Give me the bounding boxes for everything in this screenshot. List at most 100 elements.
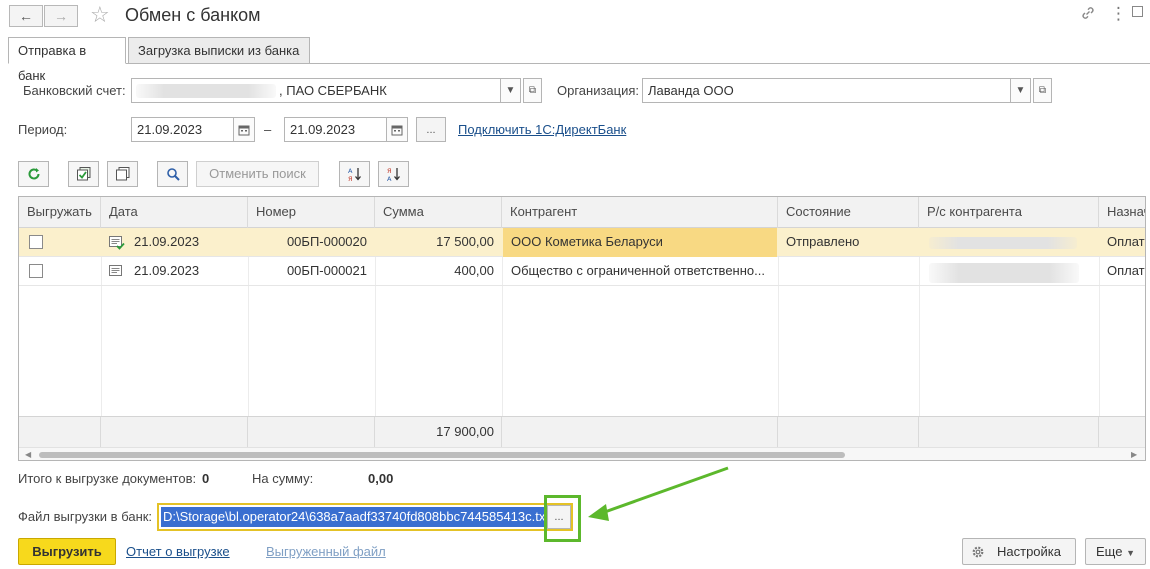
organization-open[interactable]: ⧉ (1033, 78, 1052, 103)
more-menu-icon[interactable]: ⋮ (1110, 4, 1127, 24)
table-footer: 17 900,00 (19, 416, 1145, 448)
svg-text:А: А (387, 175, 392, 182)
export-checkbox[interactable] (29, 235, 43, 249)
file-path-input[interactable]: D:\Storage\bl.operator24\638a7aadf33740f… (157, 503, 573, 531)
back-button[interactable]: ← (9, 5, 43, 27)
file-label: Файл выгрузки в банк: (18, 509, 153, 524)
period-label: Период: (18, 122, 68, 137)
documents-table[interactable]: Выгружать Дата Номер Сумма Контрагент Со… (18, 196, 1146, 461)
chevron-down-icon: ▼ (1126, 548, 1135, 558)
uploaded-file-link[interactable]: Выгруженный файл (266, 542, 386, 562)
tab-send-to-bank[interactable]: Отправка в банк (8, 37, 126, 83)
cancel-search-button[interactable]: Отменить поиск (196, 161, 319, 187)
row-sum: 400,00 (454, 263, 494, 278)
svg-text:Я: Я (348, 175, 353, 182)
chevron-down-icon: ▼ (505, 85, 516, 96)
column-header-export[interactable]: Выгружать (19, 197, 101, 228)
open-icon: ⧉ (1038, 85, 1047, 96)
column-header-counterparty[interactable]: Контрагент (502, 197, 778, 228)
period-from-calendar[interactable] (233, 117, 255, 142)
row-number: 00БП-000021 (286, 263, 367, 278)
table-header: Выгружать Дата Номер Сумма Контрагент Со… (19, 197, 1145, 228)
row-counterparty: ООО Кометика Беларуси (503, 228, 777, 257)
page-title: Обмен с банком (125, 5, 261, 25)
row-purpose: Оплата (1107, 234, 1145, 249)
export-checkbox[interactable] (29, 264, 43, 278)
more-button[interactable]: Еще ▼ (1085, 538, 1146, 565)
tab-load-statement[interactable]: Загрузка выписки из банка (128, 37, 310, 64)
scroll-left-icon[interactable]: ◀ (25, 450, 31, 459)
column-header-purpose[interactable]: Назнач (1099, 197, 1145, 228)
open-icon: ⧉ (528, 85, 537, 96)
organization-dropdown[interactable]: ▼ (1010, 78, 1031, 103)
bank-account-field[interactable]: , ПАО СБЕРБАНК (131, 78, 501, 103)
document-icon (109, 265, 122, 276)
row-date: 21.09.2023 (134, 263, 200, 278)
arrow-left-icon: ← (19, 8, 33, 24)
row-status (778, 257, 919, 286)
link-icon[interactable] (1080, 5, 1096, 25)
organization-field[interactable]: Лаванда ООО (642, 78, 1011, 103)
footer-sum: 17 900,00 (436, 424, 494, 439)
calendar-icon (238, 125, 250, 135)
row-purpose: Оплата (1107, 263, 1145, 278)
settings-label: Настройка (997, 544, 1061, 559)
period-select-button[interactable]: ... (416, 117, 446, 142)
forward-button[interactable]: → (44, 5, 78, 27)
search-icon (166, 168, 180, 181)
period-from-input[interactable]: 21.09.2023 (131, 117, 234, 142)
settings-button[interactable]: Настройка (962, 538, 1076, 565)
upload-report-link[interactable]: Отчет о выгрузке (126, 542, 230, 562)
column-header-sum[interactable]: Сумма (375, 197, 502, 228)
column-header-status[interactable]: Состояние (778, 197, 919, 228)
period-dash: – (264, 122, 272, 137)
redacted-account (929, 263, 1079, 283)
scrollbar-thumb[interactable] (39, 452, 845, 458)
bank-account-dropdown[interactable]: ▼ (500, 78, 521, 103)
annotation-highlight-box (544, 495, 581, 542)
svg-text:Я: Я (387, 167, 392, 175)
table-row[interactable]: 21.09.2023 00БП-000020 17 500,00 ООО Ком… (19, 228, 1145, 257)
row-status: Отправлено (786, 234, 860, 249)
redacted-account (929, 237, 1077, 249)
docs-total-label: Итого к выгрузке документов: (18, 471, 197, 486)
sort-descending-button[interactable]: ЯА (378, 161, 409, 187)
sort-ascending-button[interactable]: АЯ (339, 161, 370, 187)
column-header-number[interactable]: Номер (248, 197, 375, 228)
sort-az-icon: АЯ (348, 167, 361, 182)
period-to-input[interactable]: 21.09.2023 (284, 117, 387, 142)
check-all-icon (76, 167, 90, 181)
bank-account-value: , ПАО СБЕРБАНК (279, 83, 387, 98)
column-header-account[interactable]: Р/с контрагента (919, 197, 1099, 228)
sort-za-icon: ЯА (387, 167, 400, 182)
select-all-button[interactable] (68, 161, 99, 187)
search-button[interactable] (157, 161, 188, 187)
connect-directbank-link[interactable]: Подключить 1С:ДиректБанк (458, 120, 626, 140)
upload-button[interactable]: Выгрузить (18, 538, 116, 565)
gear-icon (972, 546, 984, 558)
uncheck-all-icon (115, 167, 129, 181)
horizontal-scrollbar[interactable]: ◀ ▶ (19, 447, 1145, 460)
table-row[interactable]: 21.09.2023 00БП-000021 400,00 Общество с… (19, 257, 1145, 286)
period-to-calendar[interactable] (386, 117, 408, 142)
organization-label: Организация: (557, 83, 640, 98)
restore-window-icon[interactable] (1132, 6, 1143, 17)
chevron-down-icon: ▼ (1015, 85, 1026, 96)
row-counterparty: Общество с ограниченной ответственно... (511, 263, 765, 278)
file-path-value: D:\Storage\bl.operator24\638a7aadf33740f… (161, 507, 569, 527)
refresh-icon (28, 168, 39, 180)
redacted-account-number (136, 84, 276, 98)
refresh-button[interactable] (18, 161, 49, 187)
favorite-star-icon[interactable]: ☆ (90, 2, 110, 28)
svg-text:А: А (348, 167, 353, 175)
sum-total-label: На сумму: (252, 471, 314, 486)
bank-account-open[interactable]: ⧉ (523, 78, 542, 103)
scroll-right-icon[interactable]: ▶ (1131, 450, 1137, 459)
more-label: Еще (1096, 544, 1123, 559)
deselect-all-button[interactable] (107, 161, 138, 187)
column-header-date[interactable]: Дата (101, 197, 248, 228)
sum-total-value: 0,00 (368, 471, 394, 486)
arrow-right-icon: → (54, 8, 68, 24)
calendar-icon (391, 125, 403, 135)
annotation-arrow-icon (588, 466, 729, 521)
